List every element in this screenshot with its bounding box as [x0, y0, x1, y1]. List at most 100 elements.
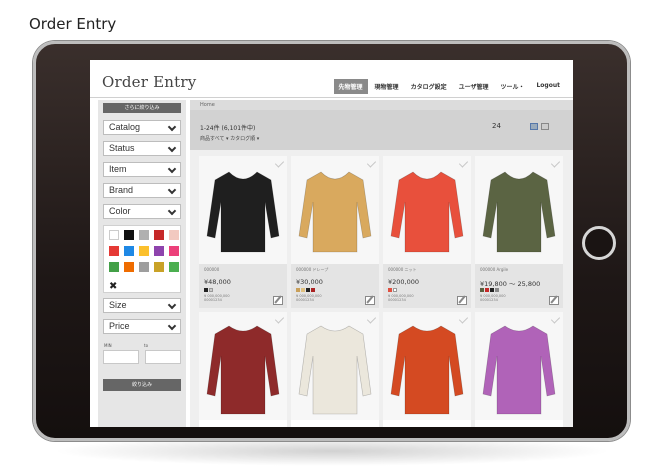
chevron-down-icon	[167, 300, 177, 310]
color-dots	[480, 288, 499, 292]
product-price: ¥30,000	[296, 278, 323, 286]
apply-filter-button[interactable]: 絞り込み	[103, 379, 181, 391]
color-dot	[393, 288, 397, 292]
product-info: 000000 Argile ¥19,800 〜 25,800 ¥ 000,000,0…	[475, 264, 563, 308]
product-card[interactable]	[475, 312, 563, 427]
color-swatch[interactable]	[109, 230, 119, 240]
product-meta: ¥ 000,000,000 00001234	[388, 294, 414, 302]
list-view-icon[interactable]	[541, 123, 549, 130]
color-swatch[interactable]	[169, 246, 179, 256]
color-swatch[interactable]	[169, 230, 179, 240]
results-count: 1-24件 (6,101件中)	[200, 125, 256, 132]
product-image	[206, 325, 280, 415]
size-filter[interactable]: Size	[103, 298, 181, 313]
sort-dropdowns[interactable]: 商品すべて ▾ カタログ順 ▾	[200, 135, 259, 142]
product-image	[298, 171, 372, 253]
product-image	[390, 325, 464, 415]
edit-icon[interactable]	[549, 296, 559, 305]
edit-icon[interactable]	[457, 296, 467, 305]
nav-catalog-settings[interactable]: カタログ設定	[406, 79, 452, 94]
price-min-label: MIN	[104, 343, 112, 348]
chevron-down-icon	[167, 122, 177, 132]
filter-label: Status	[109, 143, 135, 153]
color-swatch[interactable]	[124, 246, 134, 256]
product-meta: ¥ 000,000,000 00001234	[480, 294, 506, 302]
product-meta-line: 00001234	[388, 298, 406, 302]
color-swatch[interactable]	[169, 262, 179, 272]
price-min-input[interactable]	[103, 350, 139, 364]
color-swatch[interactable]	[124, 230, 134, 240]
status-filter[interactable]: Status	[103, 141, 181, 156]
product-card[interactable]	[291, 312, 379, 427]
product-card[interactable]: 000000 ドレープ ¥30,000 ¥ 000,000,000 00001234	[291, 156, 379, 308]
product-image-frame	[383, 312, 471, 420]
color-dots	[296, 288, 315, 292]
product-image	[482, 325, 556, 415]
product-image-frame	[199, 312, 287, 420]
refine-more-button[interactable]: さらに絞り込み	[103, 103, 181, 113]
app-screen: Order Entry 先物管理 現物管理 カタログ設定 ユーザ管理 ツール・ …	[90, 60, 573, 427]
product-code: 000000 ドレープ	[296, 267, 329, 272]
results-toolbar: 1-24件 (6,101件中) 商品すべて ▾ カタログ順 ▾ 24	[190, 110, 573, 150]
product-card[interactable]: 000000 ¥48,000 ¥ 000,000,000 00001234	[199, 156, 287, 308]
color-swatch[interactable]	[139, 246, 149, 256]
product-image	[206, 171, 280, 253]
color-dot	[311, 288, 315, 292]
color-swatch[interactable]	[124, 262, 134, 272]
color-swatch[interactable]	[139, 230, 149, 240]
product-code: 000000 Argile	[480, 267, 509, 272]
per-page-select[interactable]: 24	[492, 122, 501, 130]
color-dots	[388, 288, 397, 292]
product-image-frame	[475, 312, 563, 420]
color-dot	[306, 288, 310, 292]
color-swatch[interactable]	[154, 230, 164, 240]
color-dot	[495, 288, 499, 292]
product-info: 000000 ドレープ ¥30,000 ¥ 000,000,000 00001234	[291, 264, 379, 308]
price-filter[interactable]: Price	[103, 319, 181, 334]
product-meta: ¥ 000,000,000 00001234	[204, 294, 230, 302]
item-filter[interactable]: Item	[103, 162, 181, 177]
nav-logout[interactable]: Logout	[531, 79, 565, 94]
price-max-input[interactable]	[145, 350, 181, 364]
product-image-frame	[291, 312, 379, 420]
page-caption: Order Entry	[29, 15, 117, 33]
breadcrumb[interactable]: Home	[190, 100, 573, 110]
edit-icon[interactable]	[365, 296, 375, 305]
grid-view-icon[interactable]	[530, 123, 538, 130]
color-dot	[490, 288, 494, 292]
color-swatch[interactable]	[109, 262, 119, 272]
product-code: 000000 ニット	[388, 267, 417, 272]
nav-tools[interactable]: ツール・	[495, 79, 529, 94]
color-swatch[interactable]	[154, 246, 164, 256]
product-price: ¥200,000	[388, 278, 420, 286]
color-swatch-panel: ✖	[103, 225, 181, 293]
product-image	[482, 171, 556, 253]
color-swatch[interactable]	[154, 262, 164, 272]
filter-sidebar: さらに絞り込み Catalog Status Item Brand Color …	[98, 100, 186, 427]
brand-filter[interactable]: Brand	[103, 183, 181, 198]
chevron-down-icon	[167, 185, 177, 195]
close-icon[interactable]: ✖	[109, 282, 117, 292]
catalog-filter[interactable]: Catalog	[103, 120, 181, 135]
color-dot	[480, 288, 484, 292]
filter-label: Catalog	[109, 122, 141, 132]
chevron-down-icon	[167, 206, 177, 216]
product-card[interactable]	[199, 312, 287, 427]
product-card[interactable]: 000000 Argile ¥19,800 〜 25,800 ¥ 000,000,0…	[475, 156, 563, 308]
app-title: Order Entry	[102, 73, 197, 91]
nav-futures[interactable]: 先物管理	[333, 79, 368, 94]
nav-stock[interactable]: 現物管理	[370, 79, 404, 94]
color-swatch[interactable]	[109, 246, 119, 256]
product-info: 000000 ニット ¥200,000 ¥ 000,000,000 00001234	[383, 264, 471, 308]
filter-label: Size	[109, 300, 127, 310]
color-swatch[interactable]	[139, 262, 149, 272]
nav-user-management[interactable]: ユーザ管理	[454, 79, 494, 94]
home-button[interactable]	[582, 226, 616, 260]
product-card[interactable]: 000000 ニット ¥200,000 ¥ 000,000,000 00001234	[383, 156, 471, 308]
color-dot	[388, 288, 392, 292]
product-card[interactable]	[383, 312, 471, 427]
product-image	[298, 325, 372, 415]
color-filter[interactable]: Color	[103, 204, 181, 219]
product-image-frame	[291, 156, 379, 264]
edit-icon[interactable]	[273, 296, 283, 305]
